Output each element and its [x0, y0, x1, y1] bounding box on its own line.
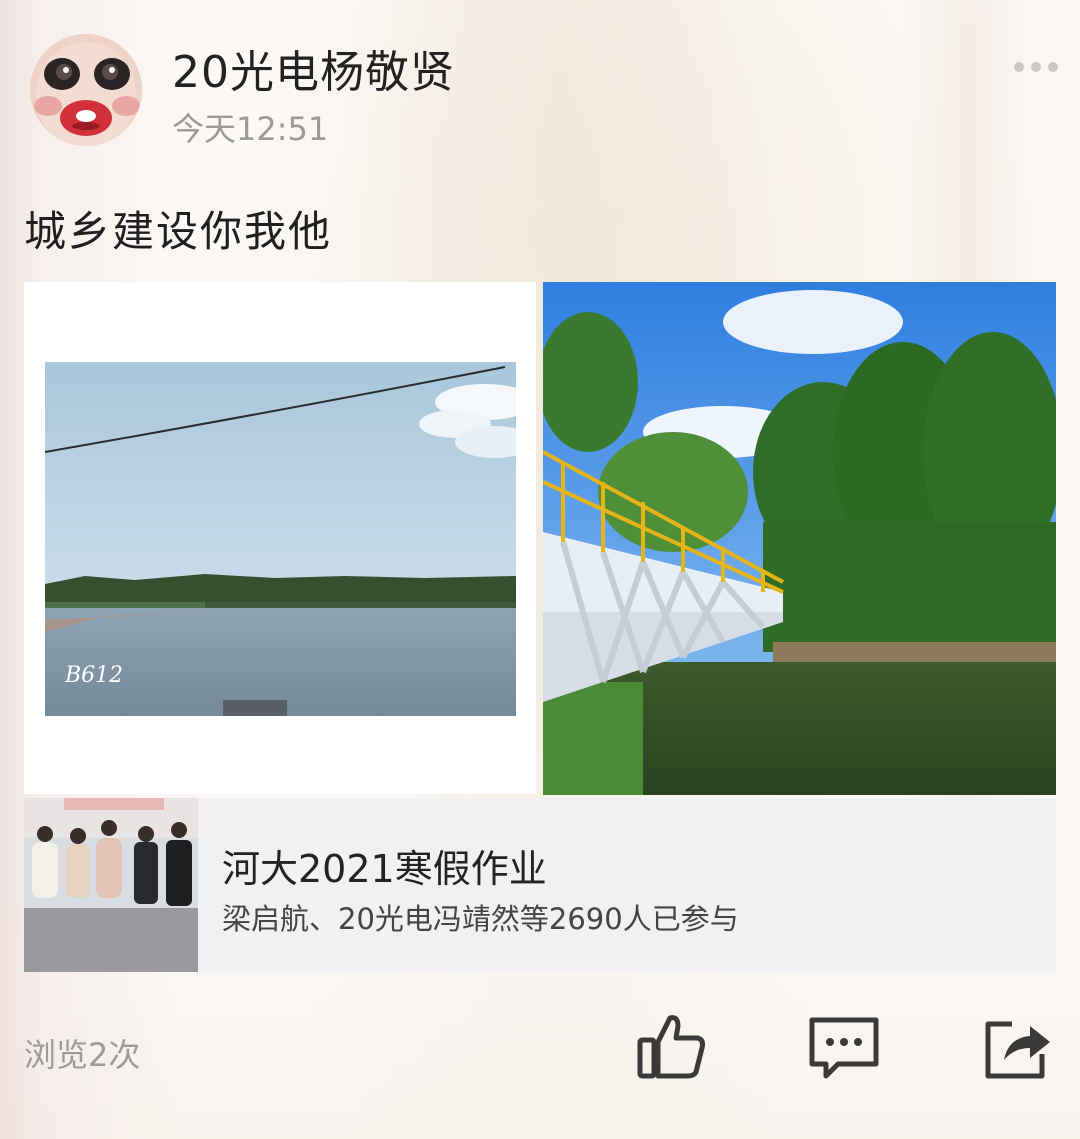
topic-thumbnail: [24, 798, 198, 972]
view-count: 浏览2次: [24, 1036, 141, 1074]
comment-bubble-icon[interactable]: [808, 1010, 880, 1082]
more-dots-icon[interactable]: [1014, 56, 1058, 78]
thumbs-up-icon[interactable]: [636, 1010, 708, 1082]
lake-photo-image: B612: [45, 362, 516, 716]
post-text: 城乡建设你我他: [24, 207, 333, 256]
author-name[interactable]: 20光电杨敬贤: [172, 36, 455, 100]
more-dot: [1014, 62, 1024, 72]
topic-title: 河大2021寒假作业: [222, 847, 547, 891]
post-time: 今天12:51: [172, 110, 329, 148]
topic-participants: 梁启航、20光电冯靖然等2690人已参与: [222, 902, 739, 936]
lake-photo[interactable]: B612: [24, 282, 536, 794]
photo-watermark: B612: [64, 663, 123, 688]
more-dot: [1031, 62, 1041, 72]
topic-card[interactable]: 河大2021寒假作业 梁启航、20光电冯靖然等2690人已参与: [24, 798, 1056, 972]
share-arrow-icon[interactable]: [982, 1010, 1054, 1082]
avatar[interactable]: [30, 34, 142, 146]
more-dot: [1048, 62, 1058, 72]
bridge-photo[interactable]: [543, 282, 1056, 795]
